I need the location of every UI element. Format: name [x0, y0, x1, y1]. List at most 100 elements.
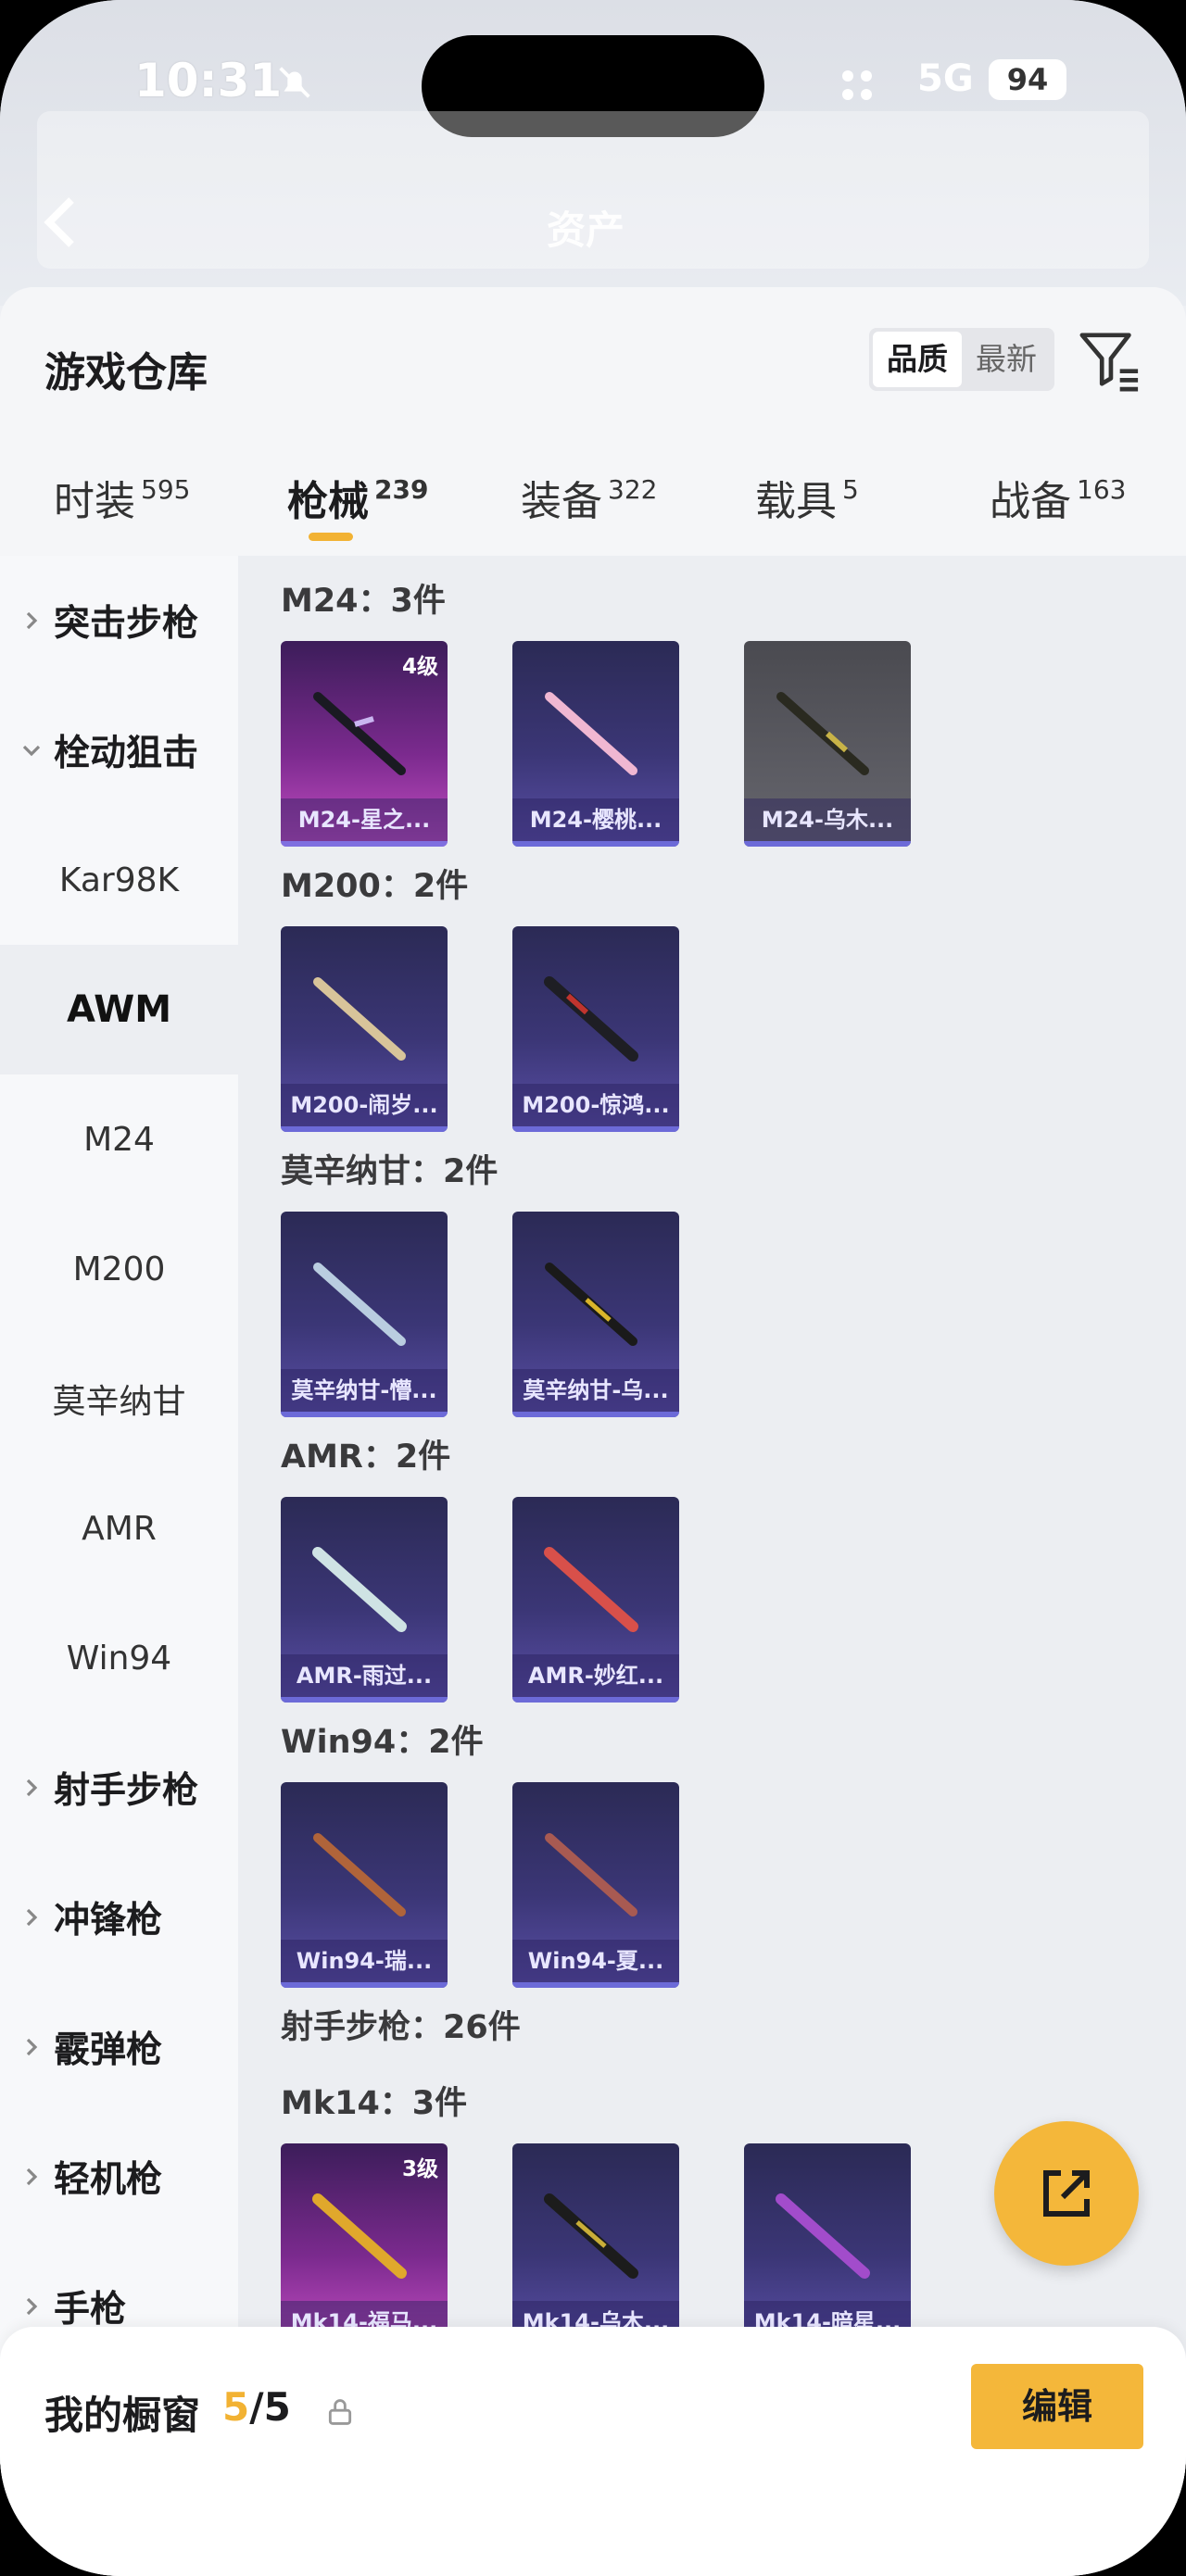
rarity-bar: [281, 841, 448, 847]
item-label: Win94-夏...: [512, 1940, 679, 1982]
sidebar-item-smg[interactable]: 冲锋枪: [0, 1853, 238, 1982]
group-title-win94: Win94：2件: [281, 1724, 484, 1761]
rifle-icon: [545, 1263, 637, 1346]
filter-icon[interactable]: [1077, 328, 1142, 393]
sidebar-label: 手枪: [54, 2289, 127, 2331]
rifle-icon: [313, 1263, 406, 1346]
chevron-right-icon: [26, 2038, 38, 2056]
item-card[interactable]: 4级 M24-星之...: [281, 641, 448, 847]
battery-level: 94: [989, 59, 1066, 100]
header-title: 资产: [547, 207, 625, 253]
sidebar-label: 突击步枪: [54, 603, 199, 645]
item-card[interactable]: AMR-妙红...: [512, 1497, 679, 1703]
sidebar-item-assault-rifle[interactable]: 突击步枪: [0, 556, 238, 685]
showcase-total: /5: [249, 2384, 291, 2430]
rarity-bar: [512, 841, 679, 847]
item-card[interactable]: AMR-雨过...: [281, 1497, 448, 1703]
group-title-m24: M24：3件: [281, 583, 446, 620]
sidebar-item-awm[interactable]: AWM: [0, 945, 238, 1074]
item-label: AMR-妙红...: [512, 1654, 679, 1697]
rarity-bar: [512, 1126, 679, 1132]
item-label: Win94-瑞...: [281, 1940, 448, 1982]
sidebar-item-amr[interactable]: AMR: [0, 1464, 238, 1593]
item-card[interactable]: M200-闹岁...: [281, 926, 448, 1132]
sidebar-item-bolt-sniper[interactable]: 栓动狙击: [0, 685, 238, 815]
rifle-icon: [545, 1833, 637, 1916]
item-label: AMR-雨过...: [281, 1654, 448, 1697]
group-title-mosin: 莫辛纳甘：2件: [281, 1153, 498, 1190]
sidebar-item-m200[interactable]: M200: [0, 1204, 238, 1334]
tab-count: 595: [141, 474, 191, 505]
tab-label: 时装: [54, 478, 135, 525]
sort-quality-button[interactable]: 品质: [873, 332, 962, 387]
item-card[interactable]: M200-惊鸿...: [512, 926, 679, 1132]
rifle-icon: [313, 977, 406, 1061]
phone-screen: 10:31 5G 94 资产 游戏仓库 品质 最新 时装 595 枪械 239 装备…: [0, 0, 1186, 2576]
bell-mute-icon: [279, 67, 310, 98]
tab-label: 装备: [521, 478, 602, 525]
sheet-title: 游戏仓库: [44, 349, 208, 396]
sidebar-item-m24[interactable]: M24: [0, 1074, 238, 1204]
tab-supplies[interactable]: 战备 163: [990, 468, 1126, 527]
rifle-icon: [545, 692, 637, 775]
showcase-count: 5/5: [222, 2384, 291, 2430]
tab-count: 5: [842, 474, 859, 505]
sidebar-item-lmg[interactable]: 轻机枪: [0, 2112, 238, 2242]
sidebar-label: 霰弹枪: [54, 2029, 163, 2071]
sidebar-item-mosin[interactable]: 莫辛纳甘: [0, 1334, 238, 1464]
sort-toggle: 品质 最新: [869, 328, 1054, 391]
tab-guns[interactable]: 枪械 239: [287, 468, 428, 527]
rarity-bar: [281, 1412, 448, 1417]
weapon-category-sidebar: 突击步枪 栓动狙击 Kar98K AWM M24 M200 莫辛纳甘 AMR W…: [0, 556, 238, 2464]
rifle-icon: [544, 2193, 638, 2279]
rarity-bar: [512, 1412, 679, 1417]
share-button[interactable]: [994, 2121, 1139, 2266]
rifle-icon: [776, 692, 869, 775]
rifle-icon: [313, 1833, 406, 1916]
group-title-m200: M200：2件: [281, 868, 469, 905]
tab-label: 战备: [990, 478, 1071, 525]
rarity-bar: [281, 1982, 448, 1988]
tab-label: 载具: [755, 478, 837, 525]
sort-newest-button[interactable]: 最新: [962, 332, 1051, 387]
tab-fashion[interactable]: 时装 595: [54, 468, 190, 527]
back-icon[interactable]: [42, 195, 79, 250]
item-card[interactable]: Mk14-乌木...: [512, 2143, 679, 2349]
item-card[interactable]: Mk14-暗星...: [744, 2143, 911, 2349]
sidebar-item-dmr[interactable]: 射手步枪: [0, 1723, 238, 1853]
group-title-amr: AMR：2件: [281, 1439, 451, 1476]
rifle-icon: [544, 976, 638, 1062]
item-label: M24-樱桃...: [512, 798, 679, 841]
item-card[interactable]: Win94-瑞...: [281, 1782, 448, 1988]
edit-button[interactable]: 编辑: [971, 2364, 1143, 2449]
sidebar-item-win94[interactable]: Win94: [0, 1593, 238, 1723]
level-badge: 4级: [401, 655, 438, 679]
rifle-icon: [312, 2193, 407, 2279]
rifle-icon: [312, 1547, 407, 1632]
item-card[interactable]: 莫辛纳甘-乌...: [512, 1212, 679, 1417]
sidebar-item-kar98k[interactable]: Kar98K: [0, 815, 238, 945]
chevron-right-icon: [26, 2168, 38, 2186]
rarity-bar: [512, 1697, 679, 1703]
level-badge: 3级: [401, 2157, 438, 2181]
share-icon: [1043, 2170, 1090, 2217]
item-label: 莫辛纳甘-懵...: [281, 1369, 448, 1412]
sidebar-item-shotgun[interactable]: 霰弹枪: [0, 1982, 238, 2112]
item-label: M200-惊鸿...: [512, 1084, 679, 1126]
item-card[interactable]: 莫辛纳甘-懵...: [281, 1212, 448, 1417]
showcase-title: 我的橱窗: [44, 2393, 201, 2438]
item-card[interactable]: Win94-夏...: [512, 1782, 679, 1988]
item-label: M200-闹岁...: [281, 1084, 448, 1126]
tab-count: 239: [374, 474, 429, 505]
rarity-bar: [281, 1697, 448, 1703]
chevron-down-icon: [22, 745, 41, 757]
status-time: 10:31: [134, 54, 283, 107]
tab-vehicles[interactable]: 载具 5: [755, 468, 859, 527]
item-card[interactable]: M24-樱桃...: [512, 641, 679, 847]
tab-equipment[interactable]: 装备 322: [521, 468, 657, 527]
item-card[interactable]: 3级 Mk14-福马...: [281, 2143, 448, 2349]
rarity-bar: [512, 1982, 679, 1988]
item-card[interactable]: M24-乌木...: [744, 641, 911, 847]
active-tab-indicator: [309, 533, 353, 541]
showcase-bar: 我的橱窗 5/5 编辑: [0, 2327, 1186, 2576]
